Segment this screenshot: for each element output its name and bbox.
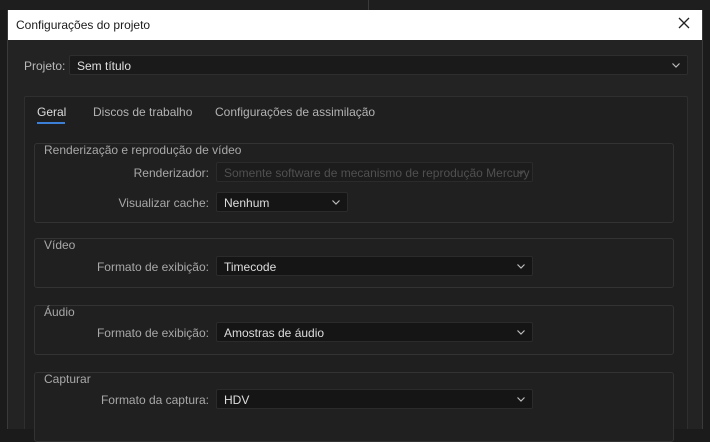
cache-value: Nenhum <box>224 196 270 210</box>
tab-geral[interactable]: Geral <box>37 105 66 119</box>
capture-section: Capturar Formato da captura: HDV <box>34 372 674 442</box>
audio-format-label: Formato de exibição: <box>96 326 209 340</box>
capture-format-label: Formato da captura: <box>100 393 209 407</box>
renderer-label: Renderizador: <box>133 166 209 180</box>
video-section-title: Vídeo <box>44 238 76 252</box>
renderer-value: Somente software de mecanismo de reprodu… <box>224 166 530 180</box>
cache-label: Visualizar cache: <box>118 196 210 210</box>
chevron-down-icon <box>516 261 526 271</box>
cache-select[interactable]: Nenhum <box>216 192 348 212</box>
capture-format-select[interactable]: HDV <box>216 389 533 409</box>
render-section-title: Renderização e reprodução de vídeo <box>44 143 242 157</box>
chevron-down-icon <box>516 167 526 177</box>
video-format-label: Formato de exibição: <box>96 260 209 274</box>
video-format-value: Timecode <box>224 260 277 274</box>
active-tab-indicator <box>37 122 65 124</box>
audio-format-value: Amostras de áudio <box>224 326 325 340</box>
renderer-select: Somente software de mecanismo de reprodu… <box>216 162 533 182</box>
chevron-down-icon <box>516 327 526 337</box>
tab-discos-de-trabalho[interactable]: Discos de trabalho <box>93 105 192 119</box>
project-select[interactable]: Sem título <box>69 55 688 75</box>
capture-section-title: Capturar <box>44 372 91 386</box>
render-section: Renderização e reprodução de vídeo Rende… <box>34 143 674 223</box>
dialog-title: Configurações do projeto <box>16 18 151 32</box>
audio-section: Áudio Formato de exibição: Amostras de á… <box>34 305 674 355</box>
chevron-down-icon <box>671 60 681 70</box>
project-label: Projeto: <box>24 59 66 73</box>
chevron-down-icon <box>331 197 341 207</box>
audio-format-select[interactable]: Amostras de áudio <box>216 322 533 342</box>
project-value: Sem título <box>77 59 132 73</box>
chevron-down-icon <box>516 394 526 404</box>
tab-configuracoes-de-assimilacao[interactable]: Configurações de assimilação <box>215 105 375 119</box>
dialog-titlebar: Configurações do projeto <box>8 10 702 40</box>
capture-format-value: HDV <box>224 393 250 407</box>
close-icon[interactable] <box>676 15 692 31</box>
video-section: Vídeo Formato de exibição: Timecode <box>34 238 674 288</box>
video-format-select[interactable]: Timecode <box>216 256 533 276</box>
background-divider <box>368 0 369 10</box>
project-settings-dialog: Configurações do projeto Projeto: Sem tí… <box>7 10 703 442</box>
audio-section-title: Áudio <box>44 305 75 319</box>
background-window-strip <box>0 0 710 10</box>
settings-panel: Geral Discos de trabalho Configurações d… <box>24 96 688 442</box>
